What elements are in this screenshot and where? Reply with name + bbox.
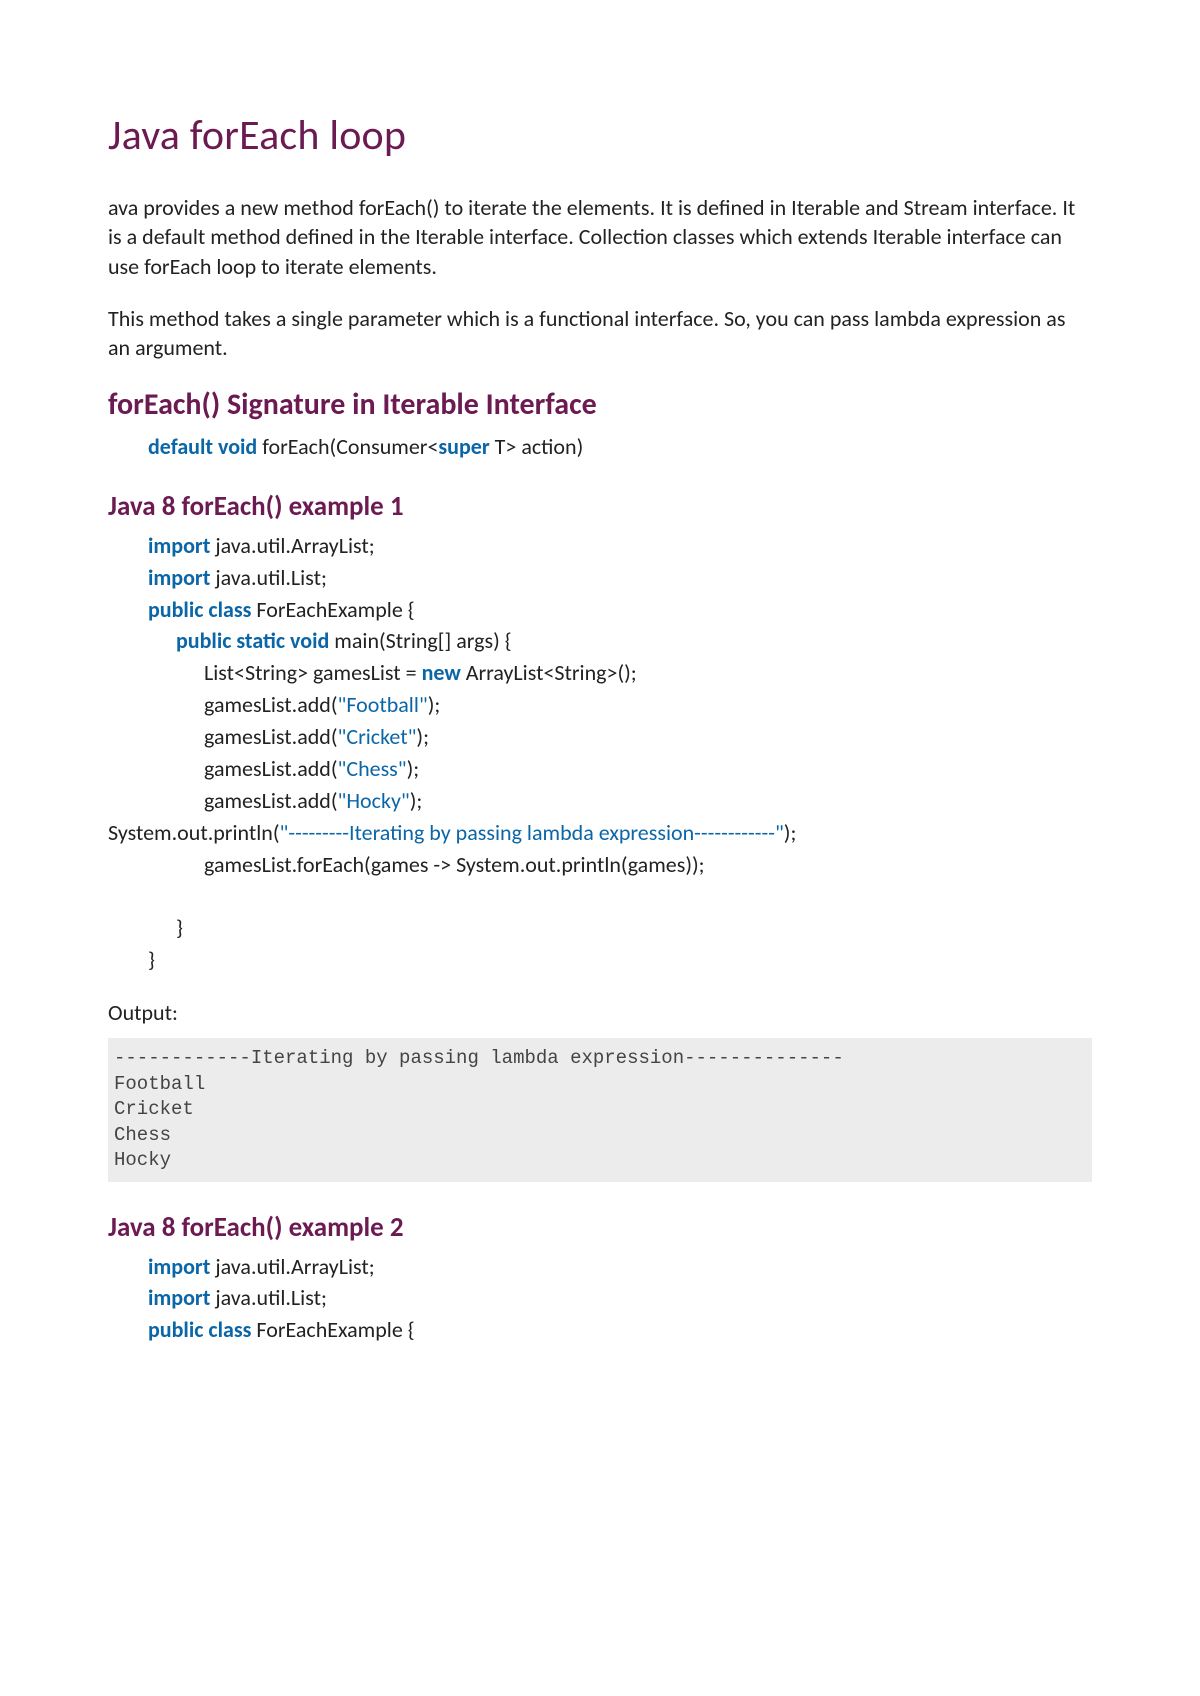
keyword: public static void	[176, 627, 329, 654]
code-text: }	[148, 944, 1092, 976]
code-text: gamesList.add(	[204, 723, 338, 750]
output-block: ------------Iterating by passing lambda …	[108, 1038, 1092, 1182]
code-text: ForEachExample {	[251, 1316, 414, 1343]
example-2-code: import java.util.ArrayList; import java.…	[148, 1251, 1092, 1347]
code-text: ForEachExample {	[251, 596, 414, 623]
code-text: ArrayList<String>();	[461, 659, 637, 686]
code-text: java.util.List;	[210, 564, 326, 591]
code-text: gamesList.add(	[204, 787, 338, 814]
example-1-code: import java.util.ArrayList; import java.…	[148, 530, 1092, 976]
keyword: public class	[148, 596, 251, 623]
output-label: Output:	[108, 998, 1092, 1028]
code-text: java.util.ArrayList;	[210, 532, 374, 559]
string-literal: "Hocky"	[338, 787, 410, 814]
code-text: );	[784, 819, 797, 846]
code-text: gamesList.forEach(games -> System.out.pr…	[148, 849, 1092, 881]
code-text: java.util.ArrayList;	[210, 1253, 374, 1280]
code-text: );	[416, 723, 429, 750]
code-text: forEach(Consumer<	[257, 433, 438, 460]
signature-code: default void forEach(Consumer<super T> a…	[148, 432, 1092, 462]
keyword: default void	[148, 433, 257, 460]
string-literal: "Cricket"	[338, 723, 417, 750]
keyword: public class	[148, 1316, 251, 1343]
example-1-heading: Java 8 forEach() example 1	[108, 489, 1092, 525]
keyword: import	[148, 1253, 210, 1280]
code-text: main(String[] args) {	[329, 627, 511, 654]
code-text: java.util.List;	[210, 1284, 326, 1311]
keyword: import	[148, 564, 210, 591]
keyword: new	[422, 659, 461, 686]
code-text: gamesList.add(	[204, 691, 338, 718]
string-literal: "Football"	[338, 691, 428, 718]
keyword: import	[148, 1284, 210, 1311]
signature-heading: forEach() Signature in Iterable Interfac…	[108, 385, 1092, 426]
example-2-heading: Java 8 forEach() example 2	[108, 1210, 1092, 1246]
code-text: );	[407, 755, 420, 782]
page-title: Java forEach loop	[108, 108, 1092, 165]
string-literal: "---------Iterating by passing lambda ex…	[280, 819, 784, 846]
keyword: super	[438, 433, 489, 460]
code-text: );	[428, 691, 441, 718]
code-text: );	[410, 787, 423, 814]
intro-paragraph-2: This method takes a single parameter whi…	[108, 304, 1092, 363]
code-text: List<String> gamesList =	[204, 659, 422, 686]
code-text: gamesList.add(	[204, 755, 338, 782]
code-text: System.out.println(	[108, 819, 280, 846]
code-text: }	[148, 912, 1092, 944]
intro-paragraph-1: ava provides a new method forEach() to i…	[108, 193, 1092, 282]
string-literal: "Chess"	[338, 755, 407, 782]
code-text: T> action)	[490, 433, 584, 460]
keyword: import	[148, 532, 210, 559]
